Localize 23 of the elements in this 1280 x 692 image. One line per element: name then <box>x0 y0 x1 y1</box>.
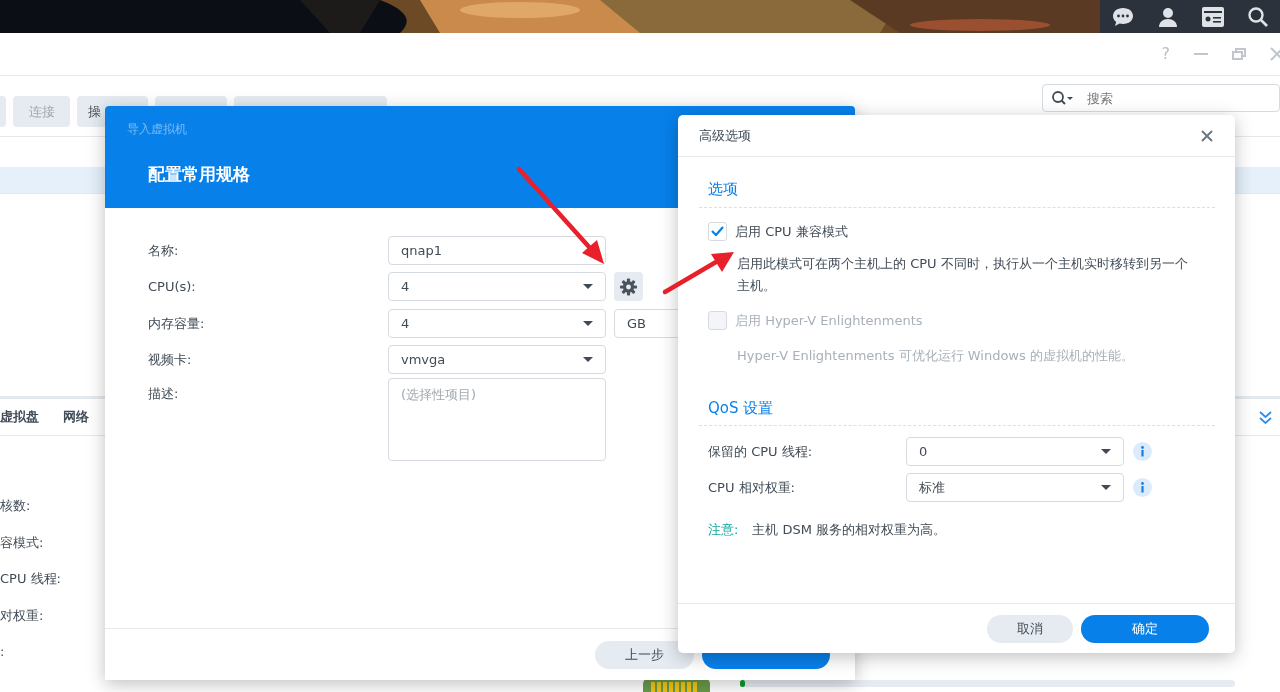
field-label: 视频卡: <box>148 351 193 369</box>
dialog-title: 高级选项 <box>699 126 751 145</box>
field-label: CPU 线程: <box>0 571 61 586</box>
note-text: 主机 DSM 服务的相对权重为高。 <box>752 521 947 539</box>
field-label: 保留的 CPU 线程: <box>708 442 814 461</box>
field-label: 名称: <box>148 241 180 260</box>
field-label: CPU(s): <box>148 278 197 296</box>
dialog-title: 配置常用规格 <box>148 163 251 186</box>
field-label: 容模式: <box>0 534 44 550</box>
option-description: Hyper-V Enlightenments 可优化运行 Windows 的虚拟机的性能。 <box>737 346 1135 365</box>
field-label: : <box>0 644 5 659</box>
section-heading: QoS 设置 <box>699 396 1215 426</box>
checkbox-label: 启用 Hyper-V Enlightenments <box>735 312 923 330</box>
field-label: 对权重: <box>0 607 44 623</box>
field-label: 内存容量: <box>148 314 206 333</box>
dialog-subtitle: 导入虚拟机 <box>127 121 187 138</box>
option-description: 启用此模式可在两个主机上的 CPU 不同时，执行从一个主机实时移转到另一个主机。 <box>737 255 1189 295</box>
field-label: 描述: <box>148 385 180 403</box>
checkbox-label: 启用 CPU 兼容模式 <box>735 222 848 241</box>
section-heading: 选项 <box>699 178 1215 208</box>
field-label: CPU 相对权重: <box>708 479 796 497</box>
field-label: 核数: <box>0 498 31 513</box>
note-label: 注意: <box>708 521 739 539</box>
